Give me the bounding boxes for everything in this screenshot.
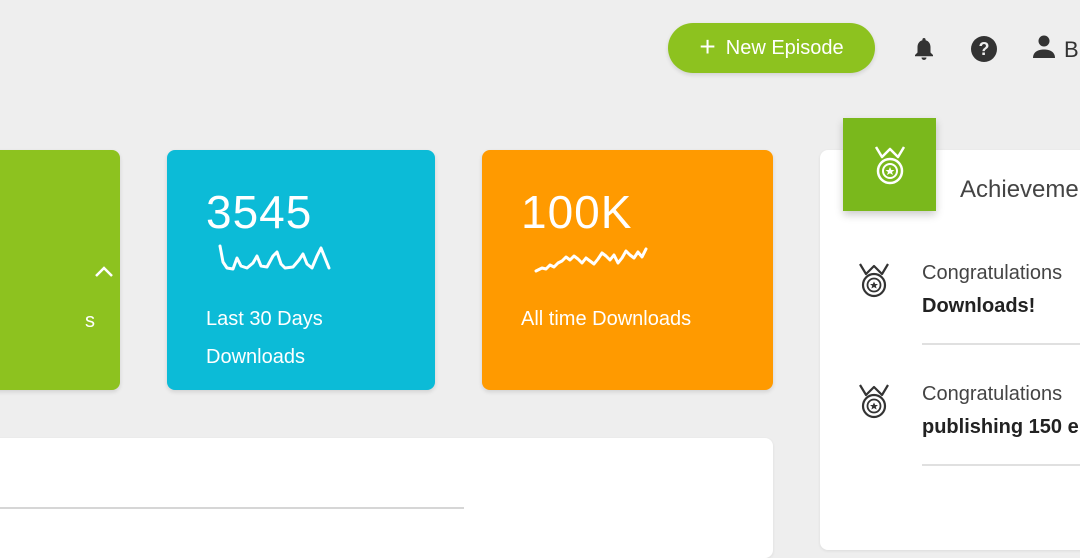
help-icon[interactable]: ? (970, 34, 998, 64)
divider (922, 343, 1080, 345)
user-name: B (1064, 36, 1079, 62)
new-episode-label: New Episode (725, 36, 844, 59)
user-icon (1032, 34, 1056, 65)
green-card-label: s (85, 310, 95, 332)
last30-sparkline (218, 244, 331, 271)
alltime-sparkline (534, 247, 648, 273)
achievement-highlight: publishing 150 e (922, 416, 1079, 438)
achievements-badge (843, 118, 936, 211)
last30-label-line2: Downloads (206, 346, 305, 368)
divider (922, 464, 1080, 466)
achievement-highlight: Downloads! (922, 295, 1036, 317)
last30-label-line1: Last 30 Days (206, 308, 323, 330)
user-menu[interactable]: B (1032, 34, 1079, 65)
stat-card-green: s (0, 150, 120, 390)
plus-icon: + (699, 30, 716, 62)
stat-card-alltime: 100K All time Downloads (482, 150, 773, 390)
alltime-label: All time Downloads (521, 308, 692, 330)
chevron-up-icon (95, 266, 113, 277)
achievement-text: Congratulations (922, 262, 1063, 284)
achievement-text: Congratulations (922, 383, 1063, 405)
medal-icon (859, 263, 889, 298)
content-panel (0, 438, 773, 558)
medal-icon (874, 145, 905, 184)
last30-label: Last 30 Days Downloads (206, 300, 406, 376)
bell-icon[interactable] (910, 34, 938, 64)
alltime-value: 100K (521, 186, 633, 238)
medal-icon (859, 384, 889, 419)
new-episode-button[interactable]: + New Episode (668, 23, 875, 73)
last30-value: 3545 (206, 186, 313, 238)
divider (0, 507, 464, 509)
achievements-title: Achieveme (960, 176, 1079, 203)
svg-text:?: ? (979, 39, 990, 59)
stat-card-last30: 3545 Last 30 Days Downloads (167, 150, 435, 390)
